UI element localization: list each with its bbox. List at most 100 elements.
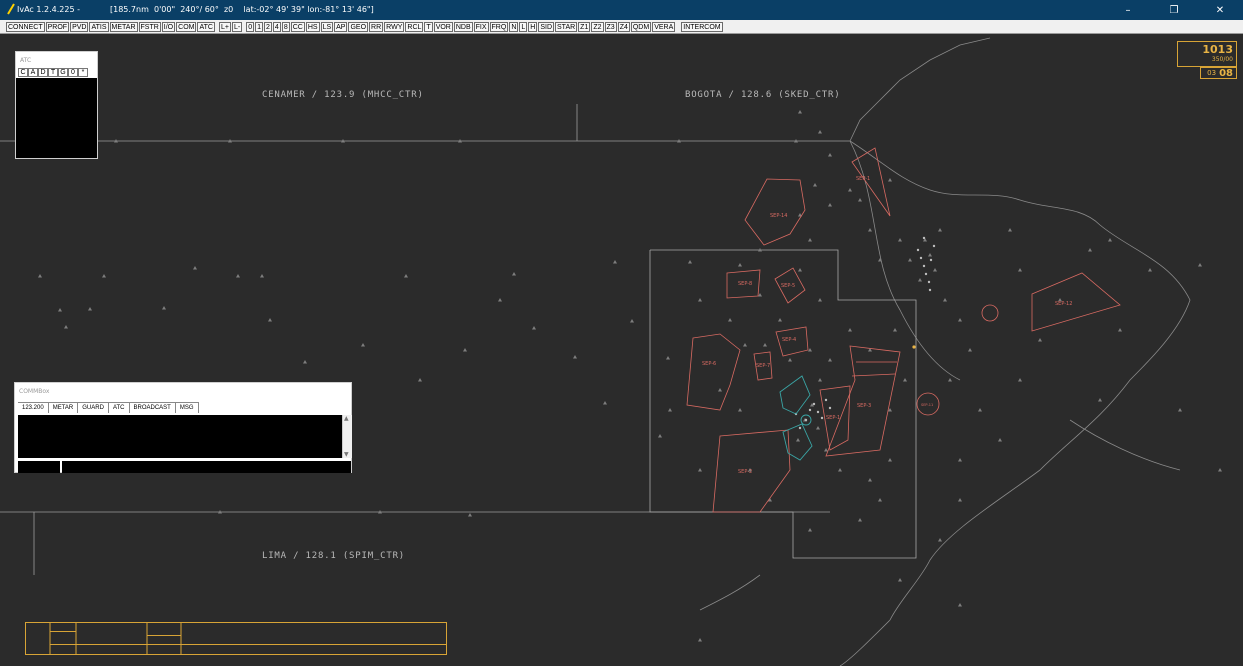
clock-minute: 08 <box>1219 67 1233 79</box>
toolbar: CONNECT PROF PVD ATIS METAR FSTR I/O COM… <box>0 20 1243 34</box>
l-button[interactable]: L <box>519 21 528 32</box>
vera-button[interactable]: VERA <box>652 21 676 32</box>
intercom-button[interactable]: INTERCOM <box>681 21 723 32</box>
ndb-button[interactable]: NDB <box>453 21 473 32</box>
sector-label-cenamer: CENAMER / 123.9 (MHCC_CTR) <box>262 90 424 100</box>
atc-tab-d[interactable]: D <box>38 68 48 77</box>
sector-labels: CENAMER / 123.9 (MHCC_CTR) BOGOTA / 128.… <box>262 90 840 561</box>
coastline-south <box>699 574 761 611</box>
com-button[interactable]: COM <box>176 21 197 32</box>
rwy-button[interactable]: RWY <box>384 21 405 32</box>
star-button[interactable]: STAR <box>555 21 578 32</box>
connect-button[interactable]: CONNECT <box>6 21 45 32</box>
fix-button[interactable]: FIX <box>473 21 489 32</box>
label-sep6: SEP-6 <box>702 361 716 367</box>
level-0-button[interactable]: 0 <box>246 21 255 32</box>
clock-hour: 03 <box>1207 69 1217 77</box>
comm-tab-guard[interactable]: GUARD <box>78 402 109 413</box>
atc-button[interactable]: ATC <box>197 21 215 32</box>
radar-scope[interactable]: SEP-1 SEP-14 SEP-8 SEP-5 SEP-4 SEP-6 SEP… <box>0 35 1243 666</box>
metar-button[interactable]: METAR <box>109 21 138 32</box>
label-sep2: SEP-2 <box>738 469 752 475</box>
area-circle-east <box>981 304 999 322</box>
message-log-scrollbar[interactable]: ▲ ▼ <box>342 415 352 458</box>
coastline <box>699 37 1191 666</box>
rr-button[interactable]: RR <box>369 21 384 32</box>
label-minus-button[interactable]: L- <box>231 21 243 32</box>
scroll-down-icon[interactable]: ▼ <box>344 451 349 458</box>
comm-tab-metar[interactable]: METAR <box>48 402 79 413</box>
tma-sector-south <box>782 423 813 461</box>
label-sep12: SEP-12 <box>1055 301 1072 307</box>
n-button[interactable]: N <box>509 21 519 32</box>
fstr-button[interactable]: FSTR <box>138 21 161 32</box>
atc-tab-t[interactable]: T <box>48 68 58 77</box>
sector-label-lima: LIMA / 128.1 (SPIM_CTR) <box>262 551 405 561</box>
restore-button[interactable]: ❐ <box>1151 0 1197 20</box>
close-button[interactable]: ✕ <box>1197 0 1243 20</box>
coastline-country <box>839 140 1191 666</box>
atc-panel: ATC C A D T G 0 * <box>15 51 98 159</box>
selected-target-icon[interactable] <box>912 345 916 349</box>
prof-button[interactable]: PROF <box>45 21 70 32</box>
level-4-button[interactable]: 4 <box>272 21 281 32</box>
h-button[interactable]: H <box>528 21 538 32</box>
atis-button[interactable]: ATIS <box>89 21 109 32</box>
qnh-wind: 350/00 <box>1211 56 1233 63</box>
hs-button[interactable]: HS <box>305 21 320 32</box>
strip-frame <box>25 622 447 655</box>
tma-sector-north <box>779 375 811 415</box>
z2-button[interactable]: Z2 <box>591 21 604 32</box>
io-button[interactable]: I/O <box>161 21 176 32</box>
ls-button[interactable]: LS <box>320 21 334 32</box>
fir-boundaries <box>0 104 850 575</box>
label-sep4: SEP-4 <box>782 337 796 343</box>
ap-button[interactable]: AP <box>334 21 348 32</box>
message-log <box>18 415 342 458</box>
cc-button[interactable]: CC <box>290 21 305 32</box>
cursor-position-readout: [185.7nm 0'00" 240°/ 60° z0 lat:-02° 49'… <box>110 5 374 14</box>
area-labels: SEP-1 SEP-14 SEP-8 SEP-5 SEP-4 SEP-6 SEP… <box>702 176 1072 475</box>
flight-strip-panel <box>25 622 447 655</box>
rcl-button[interactable]: RCL <box>405 21 424 32</box>
area-sep3 <box>825 345 901 457</box>
label-plus-button[interactable]: L+ <box>218 21 231 32</box>
qnh-display: 1013 350/00 <box>1177 41 1237 67</box>
label-sep-center: SEP-1 <box>826 415 840 421</box>
level-2-button[interactable]: 2 <box>264 21 272 32</box>
geo-button[interactable]: GEO <box>348 21 369 32</box>
z1-button[interactable]: Z1 <box>578 21 591 32</box>
pvd-button[interactable]: PVD <box>70 21 89 32</box>
comm-tab-msg[interactable]: MSG <box>175 402 199 413</box>
scroll-up-icon[interactable]: ▲ <box>344 415 349 422</box>
atc-panel-title: ATC <box>16 52 97 68</box>
comm-tab-broadcast[interactable]: BROADCAST <box>129 402 176 413</box>
command-prefix-field[interactable] <box>18 461 60 473</box>
comm-tab-atc[interactable]: ATC <box>108 402 130 413</box>
z4-button[interactable]: Z4 <box>617 21 630 32</box>
qdm-button[interactable]: QDM <box>630 21 652 32</box>
tma-sectors <box>779 375 813 461</box>
sid-button[interactable]: SID <box>538 21 555 32</box>
utc-clock: 03 08 <box>1200 67 1237 79</box>
label-sep11: SEP-11 <box>921 403 933 407</box>
atc-tab-c[interactable]: C <box>18 68 28 77</box>
z3-button[interactable]: Z3 <box>604 21 617 32</box>
t-button[interactable]: T <box>424 21 433 32</box>
minimize-button[interactable]: – <box>1105 0 1151 20</box>
atc-tab-0[interactable]: 0 <box>68 68 78 77</box>
app-logo-icon <box>7 3 15 15</box>
frq-button[interactable]: FRQ <box>489 21 509 32</box>
level-1-button[interactable]: 1 <box>255 21 263 32</box>
commbox-tabs: 123.200 METAR GUARD ATC BROADCAST MSG <box>18 402 199 413</box>
atc-tab-a[interactable]: A <box>28 68 38 77</box>
qnh-value: 1013 <box>1202 43 1233 56</box>
vor-button[interactable]: VOR <box>433 21 453 32</box>
commbox-title: COMMBox <box>19 388 50 395</box>
comm-tab-frequency[interactable]: 123.200 <box>18 402 49 413</box>
tma-outline <box>649 249 917 559</box>
atc-tab-g[interactable]: G <box>58 68 68 77</box>
command-input[interactable] <box>62 461 351 473</box>
level-8-button[interactable]: 8 <box>281 21 290 32</box>
atc-tab-star[interactable]: * <box>78 68 88 77</box>
